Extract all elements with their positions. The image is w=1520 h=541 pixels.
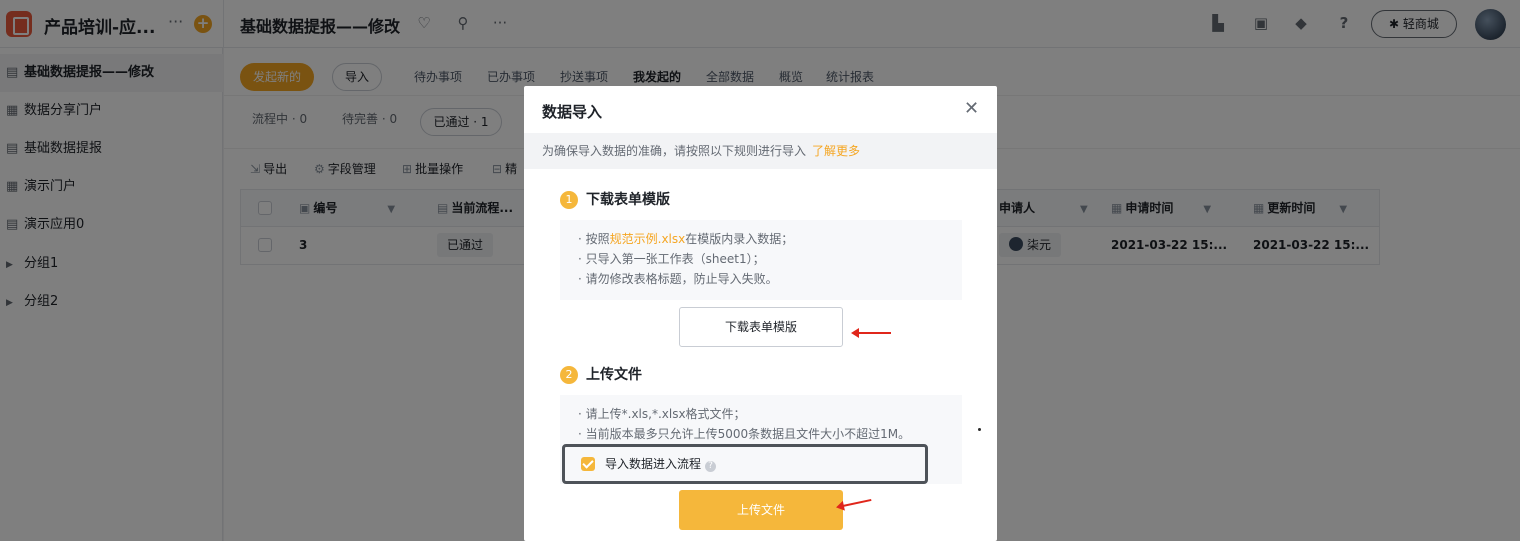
rule-item: · 只导入第一张工作表（sheet1）； (578, 252, 765, 266)
step-title: 上传文件 (586, 367, 642, 383)
import-into-flow-checkbox[interactable] (581, 457, 595, 471)
rule-item: · 按照规范示例.xlsx在模版内录入数据； (578, 229, 944, 249)
download-rules: · 按照规范示例.xlsx在模版内录入数据； · 只导入第一张工作表（sheet… (560, 220, 962, 300)
rule-item: · 请上传*.xls,*.xlsx格式文件； (578, 407, 746, 421)
annotation-arrow-icon (851, 328, 891, 338)
step-upload-title: 2 上传文件 (560, 364, 642, 384)
step-number-badge: 1 (560, 191, 578, 209)
sample-file-link[interactable]: 规范示例.xlsx (610, 232, 686, 246)
import-dialog: 数据导入 ✕ 为确保导入数据的准确，请按照以下规则进行导入 了解更多 1 下载表单模… (524, 86, 997, 541)
dot-mark (978, 428, 981, 431)
rule-item: · 请勿修改表格标题，防止导入失败。 (578, 272, 778, 286)
step-title: 下载表单模版 (586, 192, 670, 208)
rule-text: · 按照 (578, 232, 610, 246)
learn-more-link[interactable]: 了解更多 (812, 144, 860, 158)
checkbox-label-text: 导入数据进入流程 (605, 457, 702, 471)
checkbox-label: 导入数据进入流程? (605, 455, 717, 472)
dialog-title: 数据导入 (542, 103, 603, 121)
import-into-flow-option[interactable]: 导入数据进入流程? (562, 444, 928, 484)
import-notice: 为确保导入数据的准确，请按照以下规则进行导入 了解更多 (524, 133, 997, 169)
rule-item: · 当前版本最多只允许上传5000条数据且文件大小不超过1M。 (578, 427, 911, 441)
upload-file-button[interactable]: 上传文件 (679, 490, 843, 530)
rule-text: 在模版内录入数据； (685, 232, 794, 246)
download-template-button[interactable]: 下载表单模版 (679, 307, 843, 347)
step-download-title: 1 下载表单模版 (560, 189, 670, 209)
help-icon[interactable]: ? (705, 461, 717, 472)
step-number-badge: 2 (560, 366, 578, 384)
notice-text: 为确保导入数据的准确，请按照以下规则进行导入 (542, 144, 807, 158)
close-icon[interactable]: ✕ (964, 98, 979, 119)
